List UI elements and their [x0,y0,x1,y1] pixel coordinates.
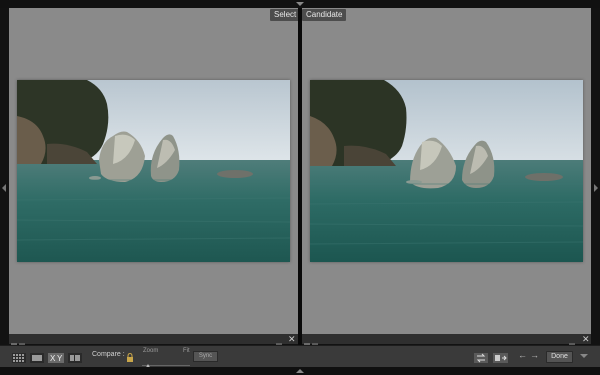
candidate-photo-image [310,80,583,262]
compare-label: Compare : [92,351,125,358]
candidate-photo[interactable] [310,80,583,262]
zoom-label: Zoom [143,348,159,354]
grid-view-icon[interactable] [12,350,26,363]
candidate-color-label-icon[interactable] [569,336,576,348]
fit-label: Fit [183,348,190,354]
select-photo-image [17,80,290,262]
compare-view-icon[interactable]: X Y [48,350,64,363]
zoom-slider[interactable] [142,356,190,369]
candidate-flag-icon[interactable] [304,336,311,348]
toolbar-menu-chevron-icon[interactable] [580,354,588,358]
svg-text:X: X [50,354,56,363]
candidate-rating-stars[interactable] [429,337,463,349]
select-flag-icon[interactable] [11,336,18,348]
select-photo[interactable] [17,80,290,262]
survey-view-icon[interactable] [68,350,82,363]
select-close-icon[interactable]: ✕ [288,334,296,344]
left-panel-toggle-icon[interactable] [2,184,6,192]
svg-text:Y: Y [57,354,63,363]
candidate-close-icon[interactable]: ✕ [582,334,590,344]
right-panel-toggle-icon[interactable] [594,184,598,192]
candidate-label: Candidate [302,9,347,21]
top-panel-toggle-icon[interactable] [296,2,304,6]
candidate-reject-icon[interactable] [312,336,319,348]
filmstrip-toggle-icon[interactable] [296,369,304,373]
next-arrow-icon[interactable]: → [530,351,539,360]
select-label: Select [270,9,301,21]
previous-arrow-icon[interactable]: ← [518,351,527,360]
select-reject-icon[interactable] [19,336,26,348]
select-rating-stars[interactable] [137,337,171,349]
toolbar [0,345,600,368]
select-pane[interactable] [9,8,298,334]
swap-icon[interactable] [474,350,488,363]
sync-button[interactable]: Sync [193,351,218,362]
make-select-icon[interactable] [493,350,508,363]
lock-icon[interactable] [126,350,134,362]
loupe-view-icon[interactable] [30,350,44,363]
done-button[interactable]: Done [546,351,573,363]
candidate-pane[interactable] [302,8,591,334]
select-color-label-icon[interactable] [276,336,283,348]
